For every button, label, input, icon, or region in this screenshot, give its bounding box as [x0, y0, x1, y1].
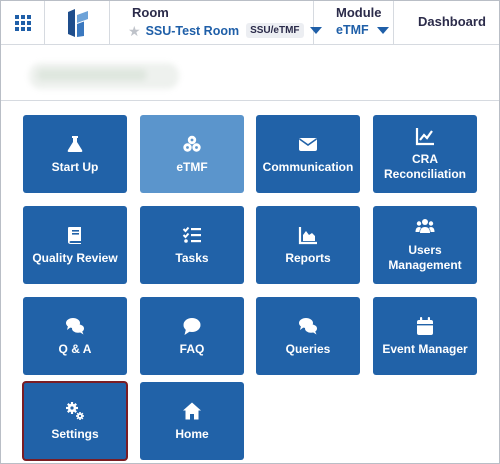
- tile-settings[interactable]: Settings: [22, 381, 128, 461]
- tile-etmf[interactable]: eTMF: [140, 115, 244, 193]
- room-label: Room: [132, 5, 169, 20]
- room-name: SSU-Test Room: [145, 23, 240, 38]
- tile-users-management[interactable]: Users Management: [373, 206, 477, 284]
- tile-cra-reconciliation[interactable]: CRA Reconciliation: [373, 115, 477, 193]
- tile-faq[interactable]: FAQ: [140, 297, 244, 375]
- tile-label: Start Up: [51, 159, 99, 174]
- room-badge: SSU/eTMF: [246, 23, 304, 38]
- tile-label: FAQ: [179, 341, 205, 356]
- app-launcher-button[interactable]: [1, 1, 45, 44]
- tile-label: Queries: [285, 341, 331, 356]
- grid-icon: [14, 14, 31, 31]
- users-icon: [414, 217, 436, 237]
- tile-quality-review[interactable]: Quality Review: [23, 206, 127, 284]
- tile-home[interactable]: Home: [140, 382, 244, 460]
- dashboard-link[interactable]: Dashboard: [418, 14, 486, 29]
- envelope-icon: [297, 134, 319, 154]
- area-chart-icon: [297, 225, 319, 245]
- tile-q-and-a[interactable]: Q & A: [23, 297, 127, 375]
- company-logo: [68, 9, 88, 37]
- chat-bubbles-icon: [297, 316, 319, 336]
- cubes-icon: [181, 134, 203, 154]
- tile-label: Home: [175, 426, 209, 441]
- gears-icon: [64, 401, 86, 421]
- tile-start-up[interactable]: Start Up: [23, 115, 127, 193]
- tile-label: Communication: [262, 159, 354, 174]
- home-icon: [181, 401, 203, 421]
- tile-label: Settings: [51, 426, 99, 441]
- tile-tasks[interactable]: Tasks: [140, 206, 244, 284]
- tile-label: Users Management: [388, 243, 462, 272]
- chat-bubble-icon: [181, 316, 203, 336]
- flask-icon: [64, 134, 86, 154]
- tile-label: Reports: [285, 250, 331, 265]
- tile-label: eTMF: [176, 159, 208, 174]
- line-chart-icon: [414, 126, 436, 146]
- module-value: eTMF: [336, 23, 369, 37]
- calendar-icon: [414, 316, 436, 336]
- chat-bubbles-icon: [64, 316, 86, 336]
- top-header: Room ★ SSU-Test Room SSU/eTMF Module eTM…: [1, 1, 499, 45]
- module-label: Module: [336, 5, 382, 20]
- user-info-band: [1, 45, 499, 101]
- book-icon: [64, 225, 86, 245]
- star-icon[interactable]: ★: [128, 24, 141, 38]
- tile-communication[interactable]: Communication: [256, 115, 360, 193]
- module-selector[interactable]: Module eTMF: [314, 1, 394, 44]
- tile-label: Tasks: [175, 250, 209, 265]
- tile-queries[interactable]: Queries: [256, 297, 360, 375]
- tile-label: CRA Reconciliation: [383, 152, 466, 181]
- checklist-icon: [181, 225, 203, 245]
- chevron-down-icon[interactable]: [376, 26, 389, 34]
- tile-event-manager[interactable]: Event Manager: [373, 297, 477, 375]
- tile-label: Event Manager: [382, 341, 468, 356]
- tile-label: Q & A: [58, 341, 92, 356]
- tile-reports[interactable]: Reports: [256, 206, 360, 284]
- blurred-user-name: [29, 63, 179, 89]
- room-selector[interactable]: Room ★ SSU-Test Room SSU/eTMF: [109, 1, 322, 44]
- app-frame: Room ★ SSU-Test Room SSU/eTMF Module eTM…: [0, 0, 500, 464]
- tile-label: Quality Review: [32, 250, 118, 265]
